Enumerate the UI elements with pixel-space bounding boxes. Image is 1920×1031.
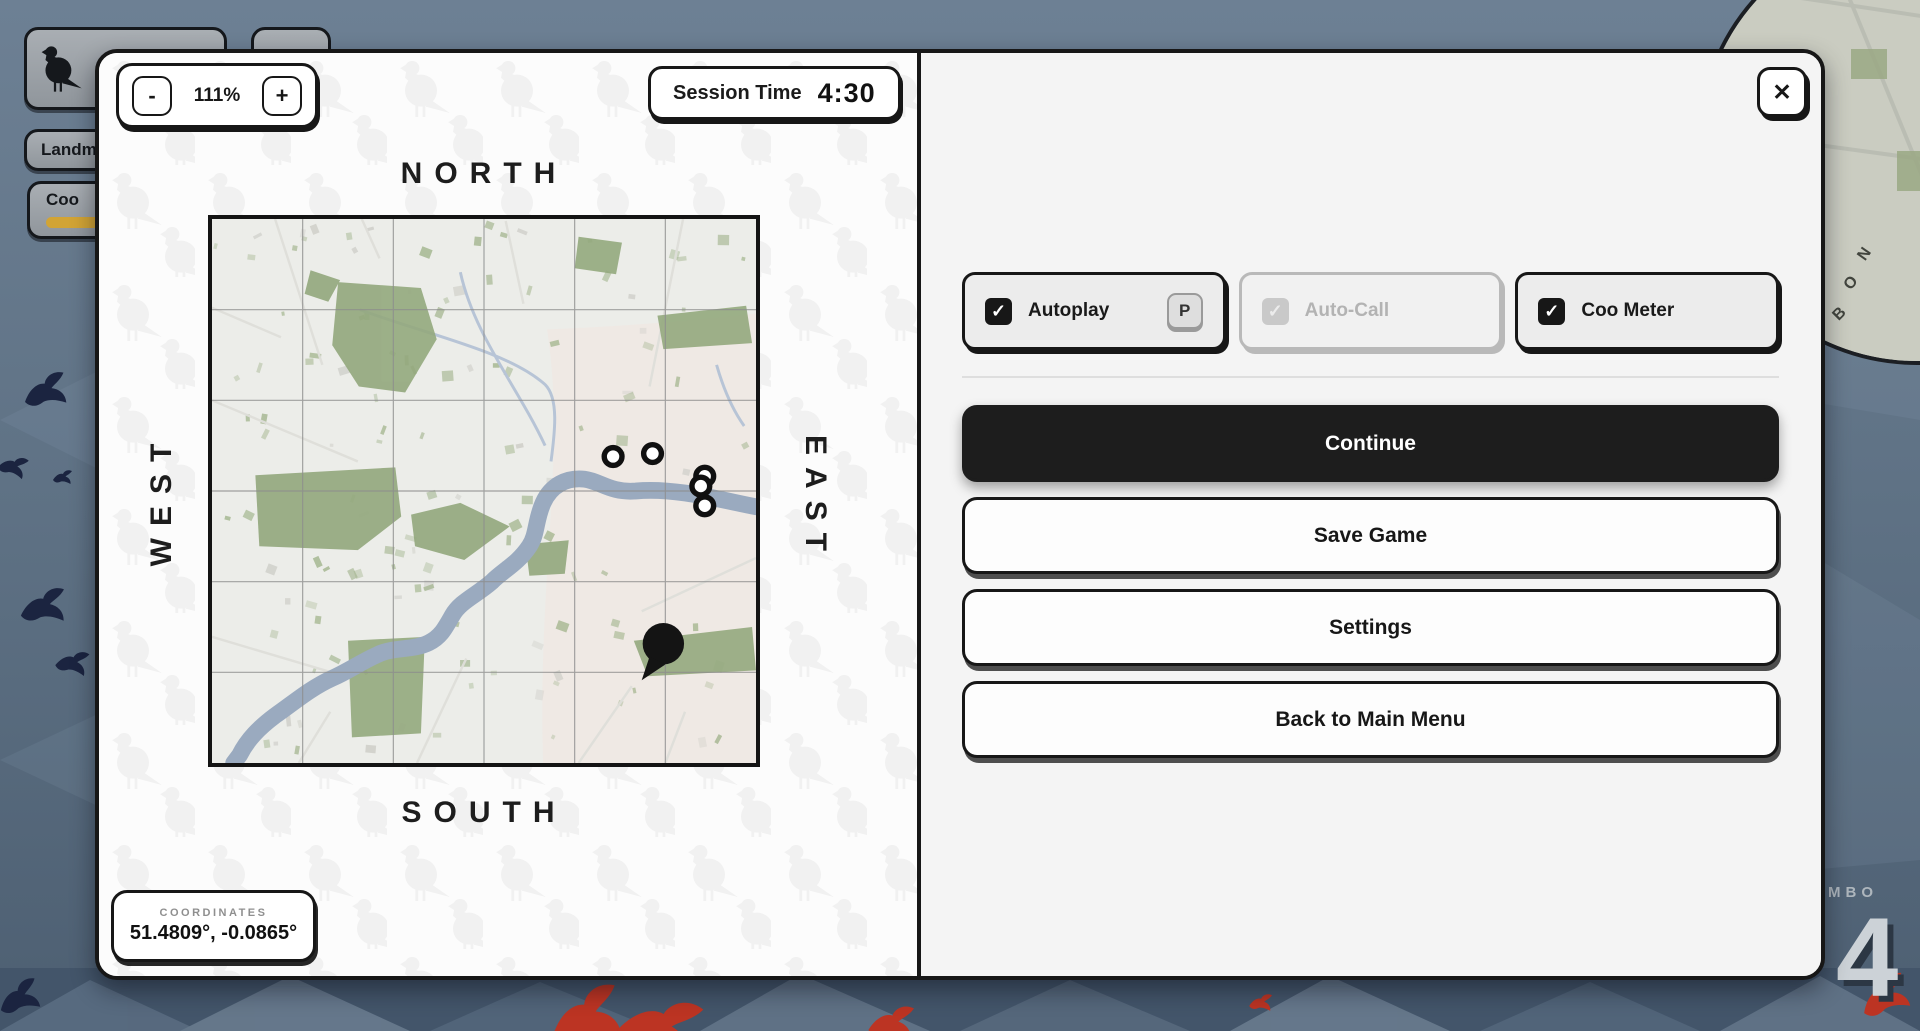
compass-east-label: EAST — [799, 434, 832, 563]
coordinates-box: COORDINATES 51.4809°, -0.0865° — [111, 890, 316, 962]
close-icon: ✕ — [1772, 78, 1792, 105]
bird-silhouettes — [0, 370, 90, 1019]
coordinates-value: 51.4809°, -0.0865° — [129, 922, 298, 944]
back-to-main-menu-button[interactable]: Back to Main Menu — [962, 681, 1779, 758]
session-time-value: 4:30 — [817, 77, 876, 108]
checkbox-checked-icon: ✓ — [1538, 297, 1566, 325]
compass-north-label: NORTH — [400, 157, 568, 190]
save-game-label: Save Game — [1313, 523, 1428, 547]
coo-label: Coo — [46, 190, 80, 209]
continue-button[interactable]: Continue — [962, 405, 1779, 482]
menu-panel: ✕ ✓ Autoplay P ✓ Auto-Call ✓ Coo Meter C… — [921, 53, 1821, 976]
save-game-button[interactable]: Save Game — [962, 497, 1779, 574]
toggle-autoplay[interactable]: ✓ Autoplay P — [962, 272, 1226, 350]
section-divider — [962, 376, 1779, 378]
toggle-auto-call-label: Auto-Call — [1304, 300, 1390, 321]
toggle-coo-meter-label: Coo Meter — [1581, 300, 1675, 321]
hotkey-badge: P — [1166, 293, 1203, 329]
checkbox-checked-icon: ✓ — [1261, 297, 1289, 325]
settings-toggle-row: ✓ Autoplay P ✓ Auto-Call ✓ Coo Meter — [962, 272, 1780, 350]
toggle-coo-meter[interactable]: ✓ Coo Meter — [1515, 272, 1780, 350]
game-screen: 1568 Landma Coo N O B MBO 4 — [0, 0, 1920, 1031]
map-panel: - 111% + Session Time 4:30 NORTH SOUTH W… — [99, 53, 919, 976]
combo-number: 4 — [1836, 895, 1899, 1020]
continue-label: Continue — [1325, 431, 1416, 455]
zoom-level: 111% — [193, 84, 241, 106]
zoom-in-button[interactable]: + — [262, 75, 302, 116]
back-to-main-menu-label: Back to Main Menu — [1275, 707, 1466, 731]
checkbox-checked-icon: ✓ — [985, 297, 1012, 325]
settings-label: Settings — [1329, 615, 1412, 639]
compass-west-label: WEST — [145, 431, 178, 567]
session-time-label: Session Time — [673, 81, 802, 104]
toggle-autoplay-label: Autoplay — [1028, 300, 1110, 321]
toggle-auto-call: ✓ Auto-Call — [1238, 272, 1503, 350]
london-map-viewport[interactable] — [208, 215, 760, 767]
compass-south-label: SOUTH — [401, 796, 567, 829]
pause-menu-modal: - 111% + Session Time 4:30 NORTH SOUTH W… — [95, 49, 1825, 980]
coordinates-label: COORDINATES — [159, 907, 268, 919]
zoom-out-button[interactable]: - — [132, 75, 172, 116]
london-map — [212, 219, 756, 763]
session-time-box: Session Time 4:30 — [648, 66, 901, 120]
map-zoom-control: - 111% + — [116, 63, 318, 128]
close-button[interactable]: ✕ — [1757, 67, 1807, 117]
pigeon-icon — [41, 45, 82, 92]
settings-button[interactable]: Settings — [962, 589, 1779, 666]
